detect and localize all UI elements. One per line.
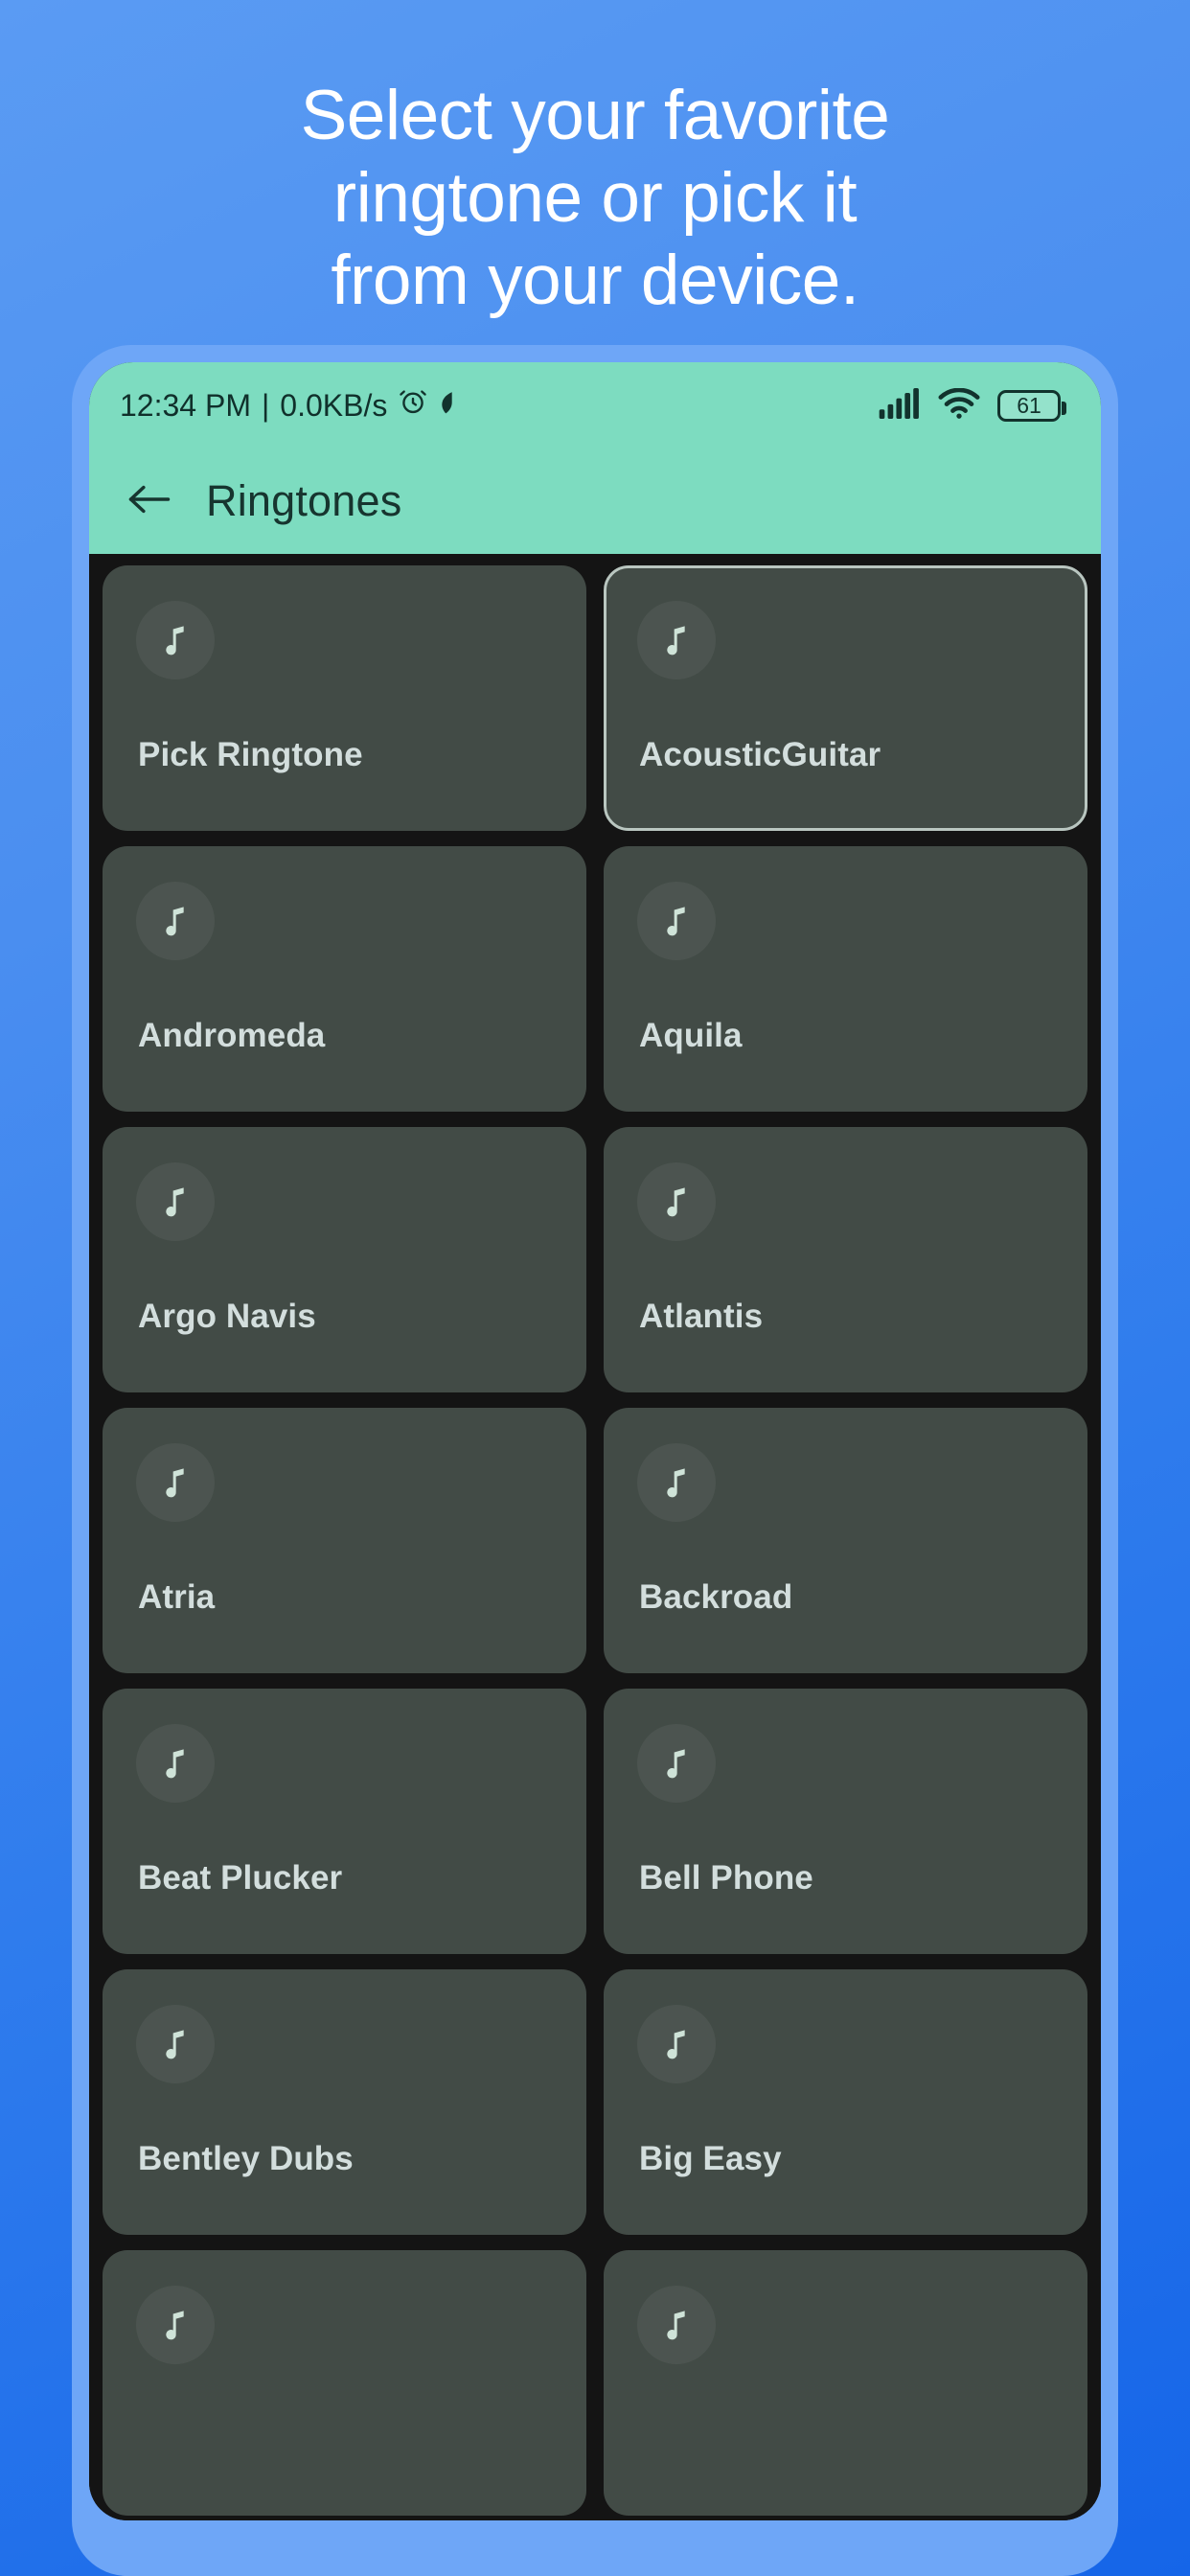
music-note-icon bbox=[136, 1724, 215, 1803]
music-note-icon bbox=[637, 2286, 716, 2364]
status-bar-separator: | bbox=[261, 387, 270, 423]
app-bar: Ringtones bbox=[89, 448, 1101, 554]
leaf-icon bbox=[439, 388, 455, 424]
music-note-icon bbox=[136, 882, 215, 960]
ringtone-card[interactable] bbox=[604, 2250, 1087, 2516]
music-note-icon bbox=[637, 2005, 716, 2083]
music-note-icon bbox=[637, 1724, 716, 1803]
phone-mockup-frame: 12:34 PM | 0.0KB/s 61 Ringtones Pick Rin… bbox=[72, 345, 1118, 2576]
ringtone-card[interactable]: Atria bbox=[103, 1408, 586, 1673]
music-note-icon bbox=[136, 1443, 215, 1522]
ringtone-card[interactable] bbox=[103, 2250, 586, 2516]
ringtone-card[interactable]: Beat Plucker bbox=[103, 1689, 586, 1954]
page-title: Ringtones bbox=[206, 476, 402, 525]
music-note-icon bbox=[637, 882, 716, 960]
music-note-icon bbox=[136, 2286, 215, 2364]
wifi-icon bbox=[938, 387, 980, 424]
cellular-signal-icon bbox=[879, 387, 921, 424]
status-bar-right: 61 bbox=[879, 387, 1066, 424]
ringtone-card-label: Argo Navis bbox=[138, 1298, 316, 1335]
battery-indicator: 61 bbox=[997, 389, 1066, 422]
status-bar-time: 12:34 PM bbox=[120, 387, 251, 423]
phone-screen: 12:34 PM | 0.0KB/s 61 Ringtones Pick Rin… bbox=[89, 362, 1101, 2520]
status-bar-left: 12:34 PM | 0.0KB/s bbox=[120, 386, 455, 425]
alarm-clock-icon bbox=[398, 386, 428, 425]
ringtone-card[interactable]: Bentley Dubs bbox=[103, 1969, 586, 2235]
music-note-icon bbox=[637, 601, 716, 679]
ringtone-list-scroll[interactable]: Pick Ringtone AcousticGuitar Andromeda Aqui… bbox=[89, 554, 1101, 2520]
music-note-icon bbox=[136, 601, 215, 679]
status-bar-network-speed: 0.0KB/s bbox=[280, 387, 388, 423]
ringtone-grid: Pick Ringtone AcousticGuitar Andromeda Aqui… bbox=[103, 565, 1087, 2516]
ringtone-card[interactable]: Big Easy bbox=[604, 1969, 1087, 2235]
ringtone-card-label: Bell Phone bbox=[639, 1859, 813, 1897]
music-note-icon bbox=[136, 1162, 215, 1241]
battery-level-label: 61 bbox=[1017, 392, 1041, 418]
ringtone-card-label: Big Easy bbox=[639, 2140, 782, 2177]
ringtone-card[interactable]: Backroad bbox=[604, 1408, 1087, 1673]
ringtone-card[interactable]: Andromeda bbox=[103, 846, 586, 1112]
music-note-icon bbox=[637, 1162, 716, 1241]
ringtone-card[interactable]: Argo Navis bbox=[103, 1127, 586, 1392]
ringtone-card-label: Andromeda bbox=[138, 1017, 326, 1054]
ringtone-card-label: Atlantis bbox=[639, 1298, 764, 1335]
ringtone-card-label: Backroad bbox=[639, 1578, 793, 1616]
ringtone-card-label: AcousticGuitar bbox=[639, 736, 881, 773]
ringtone-card-label: Atria bbox=[138, 1578, 216, 1616]
ringtone-card-label: Beat Plucker bbox=[138, 1859, 343, 1897]
ringtone-card[interactable]: Bell Phone bbox=[604, 1689, 1087, 1954]
music-note-icon bbox=[136, 2005, 215, 2083]
back-arrow-icon[interactable] bbox=[127, 481, 172, 522]
ringtone-card[interactable]: AcousticGuitar bbox=[604, 565, 1087, 831]
ringtone-card-label: Bentley Dubs bbox=[138, 2140, 354, 2177]
ringtone-card[interactable]: Pick Ringtone bbox=[103, 565, 586, 831]
ringtone-card[interactable]: Aquila bbox=[604, 846, 1087, 1112]
ringtone-card-label: Pick Ringtone bbox=[138, 736, 363, 773]
page-headline: Select your favorite ringtone or pick it… bbox=[300, 77, 890, 320]
ringtone-card[interactable]: Atlantis bbox=[604, 1127, 1087, 1392]
ringtone-card-label: Aquila bbox=[639, 1017, 743, 1054]
status-bar: 12:34 PM | 0.0KB/s 61 bbox=[89, 362, 1101, 448]
music-note-icon bbox=[637, 1443, 716, 1522]
